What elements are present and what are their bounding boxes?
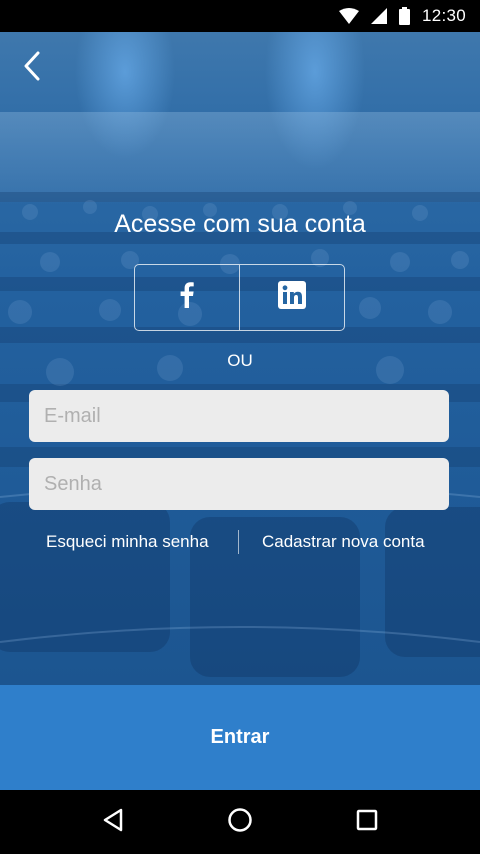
nav-recents-button[interactable] — [342, 797, 392, 847]
login-submit-button[interactable]: Entrar — [0, 685, 480, 790]
facebook-icon — [180, 282, 194, 313]
chevron-left-icon — [23, 51, 41, 86]
status-time: 12:30 — [421, 6, 466, 25]
back-button[interactable] — [14, 50, 50, 86]
back-triangle-icon — [102, 808, 124, 837]
forgot-password-link[interactable]: Esqueci minha senha — [46, 532, 209, 552]
nav-home-button[interactable] — [215, 797, 265, 847]
email-input[interactable] — [29, 390, 449, 442]
register-link[interactable]: Cadastrar nova conta — [262, 532, 425, 552]
account-links: Esqueci minha senha Cadastrar nova conta — [0, 530, 480, 554]
login-title: Acesse com sua conta — [114, 210, 366, 238]
nav-back-button[interactable] — [88, 797, 138, 847]
linkedin-icon — [278, 281, 306, 314]
wifi-icon — [338, 8, 359, 24]
battery-icon — [398, 7, 410, 25]
recents-square-icon — [355, 808, 379, 837]
system-nav-bar — [0, 790, 480, 854]
social-login-group — [134, 264, 345, 331]
facebook-login-button[interactable] — [135, 265, 239, 330]
linkedin-login-button[interactable] — [239, 265, 344, 330]
or-separator: OU — [227, 351, 253, 370]
password-input[interactable] — [29, 458, 449, 510]
home-circle-icon — [227, 807, 253, 838]
status-bar: 12:30 — [0, 0, 480, 32]
cell-signal-icon — [370, 8, 387, 24]
links-divider — [238, 530, 239, 554]
